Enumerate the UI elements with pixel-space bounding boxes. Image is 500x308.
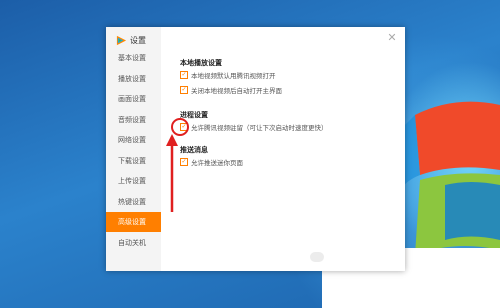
sidebar-item[interactable]: 上传设置 — [106, 171, 161, 191]
sidebar-item[interactable]: 自动关机 — [106, 233, 161, 253]
option-allow-push-mini[interactable]: ✓ 允许推送迷你页面 — [180, 157, 243, 167]
settings-dialog: 设置 基本设置 播放设置 画面设置 音频设置 网络设置 下载设置 上传设置 热键设置 高级设置自… — [106, 27, 405, 271]
dialog-title: 设置 — [116, 33, 146, 47]
tencent-video-logo-icon — [116, 35, 127, 45]
sidebar-item[interactable]: 网络设置 — [106, 130, 161, 150]
option-default-open[interactable]: ✓ 本地视频默认用腾讯视频打开 — [180, 70, 276, 80]
section-title-push: 推送消息 — [180, 146, 208, 154]
section-title-local-play: 本地播放设置 — [180, 59, 222, 67]
option-open-main-after-close[interactable]: ✓ 关闭本地视频后自动打开主界面 — [180, 85, 282, 95]
sidebar-item[interactable]: 高级设置 — [106, 212, 161, 232]
checkmark-icon[interactable]: ✓ — [180, 122, 188, 131]
checkmark-icon[interactable]: ✓ — [180, 85, 188, 94]
sidebar-item[interactable]: 热键设置 — [106, 192, 161, 212]
section-title-process: 进程设置 — [180, 111, 208, 119]
option-label: 允许推送迷你页面 — [191, 158, 243, 167]
checkmark-icon[interactable]: ✓ — [180, 157, 188, 166]
sidebar-item[interactable]: 基本设置 — [106, 48, 161, 68]
option-label: 允许腾讯视频驻留（可让下次启动时速度更快） — [191, 123, 328, 132]
dialog-title-text: 设置 — [130, 35, 146, 45]
settings-sidebar: 设置 基本设置 播放设置 画面设置 音频设置 网络设置 下载设置 上传设置 热键设置 高级设置自… — [106, 27, 161, 271]
close-icon[interactable]: ✕ — [387, 32, 397, 43]
option-label: 本地视频默认用腾讯视频打开 — [191, 71, 276, 80]
sidebar-item[interactable]: 音频设置 — [106, 110, 161, 130]
checkmark-icon[interactable]: ✓ — [180, 70, 188, 79]
option-allow-resident[interactable]: ✓ 允许腾讯视频驻留（可让下次启动时速度更快） — [180, 122, 328, 132]
windows-logo-icon — [395, 101, 500, 255]
scroll-handle[interactable] — [310, 252, 324, 262]
sidebar-item[interactable]: 画面设置 — [106, 89, 161, 109]
sidebar-item[interactable]: 播放设置 — [106, 69, 161, 89]
option-label: 关闭本地视频后自动打开主界面 — [191, 86, 282, 95]
sidebar-item[interactable]: 下载设置 — [106, 151, 161, 171]
